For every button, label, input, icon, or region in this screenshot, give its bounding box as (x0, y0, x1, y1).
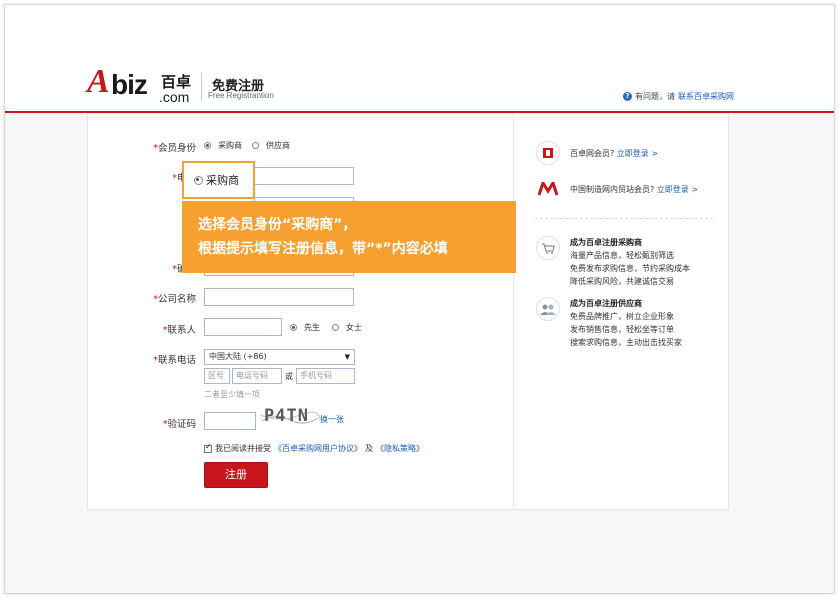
agreement-row: 我已阅读并接受 《百卓采购网用户协议》 及 《隐私策略》 (204, 442, 424, 454)
contact-label: *联系人 (162, 325, 196, 336)
shopping-cart-icon (536, 236, 560, 260)
buyer-benefits: 成为百卓注册采购商 海量产品信息，轻松甄别筛选 免费发布求购信息，节约采购成本 … (536, 236, 690, 288)
user-agreement-link[interactable]: 《百卓采购网用户协议》 (274, 443, 362, 454)
phone-or: 或 (285, 372, 293, 381)
seller-benefit-line: 免费品牌推广，树立企业形象 (570, 312, 674, 321)
abiz-member-text: 百卓网会员? (570, 148, 615, 158)
contact-name-field[interactable] (204, 318, 282, 336)
captcha-image[interactable]: P4TN (260, 406, 320, 427)
seller-radio[interactable] (252, 142, 259, 149)
card-divider (513, 114, 514, 509)
ms-label: 女士 (346, 323, 362, 332)
seller-benefit-line: 发布销售信息，轻松坐等订单 (570, 325, 674, 334)
abiz-login-link[interactable]: 立即登录 > (617, 149, 658, 158)
buyer-radio-label: 采购商 (218, 141, 242, 150)
seller-benefit-text: 成为百卓注册供应商 免费品牌推广，树立企业形象 发布销售信息，轻松坐等订单 搜索… (570, 297, 682, 349)
mic-login-link[interactable]: 立即登录 > (657, 185, 698, 194)
buyer-benefit-text: 成为百卓注册采购商 海量产品信息，轻松甄别筛选 免费发布求购信息，节约采购成本 … (570, 236, 690, 288)
page-subtitle: Free Registrantion (208, 91, 274, 100)
mr-radio[interactable] (290, 324, 297, 331)
captcha-label: *验证码 (162, 419, 196, 430)
abiz-member-login: 百卓网会员? 立即登录 > (536, 141, 658, 165)
mic-member-text: 中国制造网内贸站会员? (570, 184, 655, 194)
email-field[interactable] (254, 167, 354, 185)
buyer-benefit-title: 成为百卓注册采购商 (570, 238, 642, 247)
company-label: *公司名称 (153, 294, 196, 305)
seller-benefits: 成为百卓注册供应商 免费品牌推广，树立企业形象 发布销售信息，轻松坐等订单 搜索… (536, 297, 682, 349)
dropdown-arrow-icon: ▼ (344, 353, 350, 361)
refresh-captcha-link[interactable]: 换一张 (320, 414, 344, 425)
agree-and: 及 (365, 444, 373, 453)
captcha-code: P4TN (264, 406, 309, 426)
sidebar-dashed-divider (535, 218, 713, 219)
register-button[interactable]: 注册 (204, 462, 268, 488)
member-type-label: *会员身份 (153, 143, 196, 154)
seller-benefit-line: 搜索求购信息，主动出击找买家 (570, 338, 682, 347)
logo-biz: biz (111, 69, 148, 100)
made-in-china-icon (536, 177, 560, 201)
ms-radio[interactable] (332, 324, 339, 331)
country-select-value: 中国大陆 (+86) (209, 352, 267, 361)
phone-hint: 二者至少填一项 (204, 390, 260, 399)
agree-text: 我已阅读并接受 (215, 444, 271, 453)
highlight-radio-icon (194, 175, 203, 185)
telephone-input[interactable]: 电话号码 (232, 368, 282, 384)
buyer-option-highlight: 采购商 (182, 161, 255, 199)
buyer-benefit-line: 降低采购风险，共建诚信交易 (570, 277, 674, 286)
company-name-field[interactable] (204, 288, 354, 306)
header-divider (201, 73, 202, 101)
area-code-input[interactable]: 区号 (204, 368, 230, 384)
people-icon (536, 297, 560, 321)
mic-member-login: 中国制造网内贸站会员? 立即登录 > (536, 177, 698, 201)
help-contact: ? 有问题，请 联系百卓采购网 (623, 91, 734, 102)
abiz-logo[interactable]: A biz 百卓 .com (87, 63, 197, 106)
buyer-benefit-line: 海量产品信息，轻松甄别筛选 (570, 251, 674, 260)
highlight-label: 采购商 (206, 174, 239, 187)
abiz-icon (536, 141, 560, 165)
logo-com: .com (159, 89, 190, 105)
help-text: 有问题，请 (635, 92, 675, 101)
captcha-field[interactable] (204, 412, 256, 430)
mr-label: 先生 (304, 323, 320, 332)
agree-checkbox[interactable] (204, 442, 212, 453)
mobile-input[interactable]: 手机号码 (296, 368, 355, 384)
logo-letter-a: A (87, 63, 110, 100)
instruction-line-1: 选择会员身份“采购商”， (198, 217, 357, 233)
gender-options: 先生 女士 (290, 322, 362, 333)
instruction-line-2: 根据提示填写注册信息，带“*”内容必填 (198, 241, 448, 257)
page-frame: A biz 百卓 .com 免费注册 Free Registrantion ? … (4, 4, 835, 594)
phone-label: *联系电话 (153, 355, 196, 366)
buyer-radio[interactable] (204, 142, 211, 149)
buyer-benefit-line: 免费发布求购信息，节约采购成本 (570, 264, 690, 273)
seller-radio-label: 供应商 (266, 141, 290, 150)
question-icon: ? (623, 92, 632, 101)
country-select[interactable]: 中国大陆 (+86) ▼ (204, 349, 355, 365)
privacy-policy-link[interactable]: 《隐私策略》 (376, 443, 424, 454)
member-type-options: 采购商 供应商 (204, 140, 290, 151)
instruction-banner: 选择会员身份“采购商”， 根据提示填写注册信息，带“*”内容必填 (182, 201, 516, 273)
help-contact-link[interactable]: 联系百卓采购网 (678, 91, 734, 102)
seller-benefit-title: 成为百卓注册供应商 (570, 299, 642, 308)
